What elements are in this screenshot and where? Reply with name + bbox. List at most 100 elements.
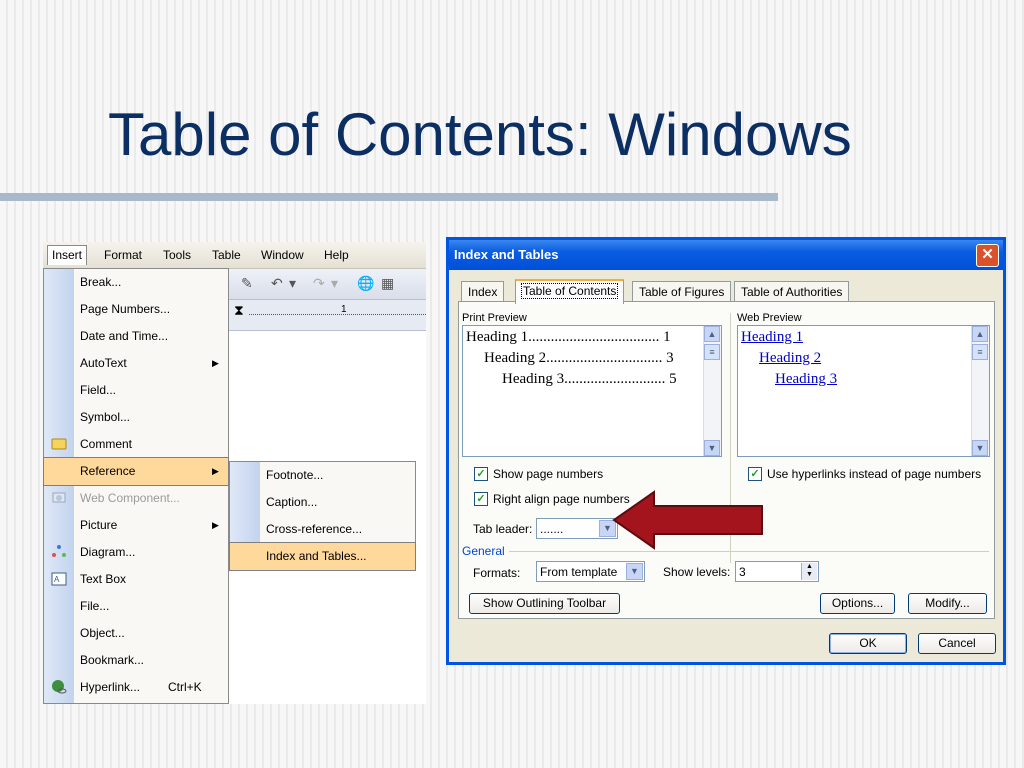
indent-marker-icon[interactable]: ⧗ [234, 302, 244, 319]
menu-item-label: File... [80, 599, 110, 613]
menu-table[interactable]: Table [212, 248, 241, 262]
use-hyperlinks-checkbox[interactable]: ✓ Use hyperlinks instead of page numbers [748, 467, 981, 481]
web-preview-scrollbar[interactable]: ▲ ≡ ▼ [971, 326, 989, 456]
tab-table-of-contents[interactable]: Table of Contents [515, 279, 625, 304]
formats-select[interactable]: From template ▼ [536, 561, 645, 582]
svg-text:A: A [54, 575, 60, 584]
tab-table-of-figures[interactable]: Table of Figures [632, 281, 732, 302]
print-preview-line-3: Heading 3........................... 5 [502, 371, 677, 388]
dialog-title: Index and Tables [454, 247, 559, 262]
scroll-thumb[interactable]: ≡ [704, 344, 720, 360]
submenu-arrow-icon: ▶ [212, 466, 219, 476]
formats-value: From template [540, 565, 618, 579]
checkbox-label: Right align page numbers [493, 492, 630, 506]
menu-item-label: Reference [80, 464, 136, 478]
menu-item-symbol[interactable]: Symbol... [44, 404, 228, 431]
menu-insert[interactable]: Insert [47, 245, 88, 265]
print-preview-scrollbar[interactable]: ▲ ≡ ▼ [703, 326, 721, 456]
tab-leader-select[interactable]: ....... ▼ [536, 518, 618, 539]
close-button[interactable]: ✕ [976, 244, 999, 267]
undo-dropdown-icon[interactable]: ▾ [289, 275, 296, 292]
scroll-down-icon[interactable]: ▼ [704, 440, 720, 456]
show-page-numbers-checkbox[interactable]: ✓ Show page numbers [474, 467, 603, 481]
checkbox-label: Use hyperlinks instead of page numbers [767, 467, 982, 481]
menu-tools[interactable]: Tools [163, 248, 191, 262]
menu-item-label: Hyperlink... [80, 680, 141, 694]
tab-leader-value: ....... [540, 522, 564, 536]
menu-bar: Insert Format Tools Table Window Help [43, 242, 426, 269]
menu-help[interactable]: Help [324, 248, 349, 262]
preview-leader-dots: ............................... [546, 350, 663, 366]
preview-page-number: 3 [666, 350, 674, 366]
ok-button[interactable]: OK [829, 633, 907, 654]
spinner-arrows-icon[interactable]: ▲ ▼ [801, 563, 817, 580]
menu-item-picture[interactable]: Picture ▶ [44, 512, 228, 539]
print-preview-line-1: Heading 1...............................… [466, 329, 671, 346]
insert-hyperlink-icon[interactable]: 🌐 [357, 275, 374, 292]
menu-item-break[interactable]: Break... [44, 269, 228, 296]
submenu-item-cross-reference[interactable]: Cross-reference... [230, 516, 415, 543]
menu-item-comment[interactable]: Comment [44, 431, 228, 458]
tables-borders-icon[interactable]: ▦ [381, 275, 394, 292]
scroll-up-icon[interactable]: ▲ [972, 326, 988, 342]
web-preview-link-1[interactable]: Heading 1 [741, 329, 803, 346]
menu-item-file[interactable]: File... [44, 593, 228, 620]
web-preview-box: Heading 1 Heading 2 Heading 3 ▲ ≡ ▼ [737, 325, 990, 457]
submenu-item-label: Cross-reference... [266, 522, 363, 536]
submenu-arrow-icon: ▶ [212, 358, 219, 368]
preview-page-number: 1 [663, 329, 671, 345]
submenu-item-label: Caption... [266, 495, 318, 509]
undo-icon[interactable]: ↶ [271, 275, 283, 292]
print-preview-line-2: Heading 2...............................… [484, 350, 674, 367]
menu-item-field[interactable]: Field... [44, 377, 228, 404]
red-arrow-annotation [612, 490, 763, 550]
format-painter-icon[interactable]: ✎ [241, 275, 253, 292]
preview-heading-text: Heading 3 [502, 371, 565, 387]
menu-item-bookmark[interactable]: Bookmark... [44, 647, 228, 674]
redo-dropdown-icon[interactable]: ▾ [331, 275, 338, 292]
submenu-item-index-and-tables[interactable]: Index and Tables... [229, 542, 416, 571]
web-preview-label: Web Preview [737, 312, 802, 324]
preview-leader-dots: ................................... [528, 329, 660, 345]
scroll-down-icon[interactable]: ▼ [972, 440, 988, 456]
menu-window[interactable]: Window [261, 248, 304, 262]
hyperlink-icon [52, 680, 67, 694]
menu-format[interactable]: Format [104, 248, 142, 262]
checkmark-icon: ✓ [474, 467, 488, 481]
formats-label: Formats: [473, 566, 521, 580]
scroll-thumb[interactable]: ≡ [972, 344, 988, 360]
show-outlining-toolbar-button[interactable]: Show Outlining Toolbar [469, 593, 620, 614]
scroll-up-icon[interactable]: ▲ [704, 326, 720, 342]
menu-item-autotext[interactable]: AutoText ▶ [44, 350, 228, 377]
show-levels-spinner[interactable]: 3 ▲ ▼ [735, 561, 819, 582]
chevron-down-icon[interactable]: ▼ [626, 563, 643, 580]
menu-item-web-component[interactable]: Web Component... [44, 485, 228, 512]
menu-item-text-box[interactable]: A Text Box [44, 566, 228, 593]
submenu-item-footnote[interactable]: Footnote... [230, 462, 415, 489]
menu-item-diagram[interactable]: Diagram... [44, 539, 228, 566]
preview-heading-text: Heading 1 [466, 329, 529, 345]
menu-item-label: AutoText [80, 356, 127, 370]
web-preview-link-2[interactable]: Heading 2 [759, 350, 821, 367]
preview-page-number: 5 [669, 371, 677, 387]
preview-leader-dots: ........................... [564, 371, 666, 387]
ruler: ⧗ 1 [229, 300, 426, 331]
redo-icon[interactable]: ↷ [313, 275, 325, 292]
right-align-checkbox[interactable]: ✓ Right align page numbers [474, 492, 630, 506]
menu-item-label: Picture [80, 518, 118, 532]
submenu-item-caption[interactable]: Caption... [230, 489, 415, 516]
menu-item-date-time[interactable]: Date and Time... [44, 323, 228, 350]
cancel-button[interactable]: Cancel [918, 633, 996, 654]
web-preview-link-3[interactable]: Heading 3 [775, 371, 837, 388]
menu-item-object[interactable]: Object... [44, 620, 228, 647]
tab-table-of-authorities[interactable]: Table of Authorities [734, 281, 850, 302]
menu-item-page-numbers[interactable]: Page Numbers... [44, 296, 228, 323]
menu-item-label: Symbol... [80, 410, 131, 424]
menu-item-reference[interactable]: Reference ▶ [43, 457, 229, 486]
tab-index[interactable]: Index [461, 281, 505, 302]
dialog-title-bar[interactable]: Index and Tables ✕ [449, 240, 1003, 270]
options-button[interactable]: Options... [820, 593, 895, 614]
menu-item-hyperlink[interactable]: Hyperlink... Ctrl+K [44, 674, 228, 701]
show-levels-label: Show levels: [663, 565, 731, 579]
modify-button[interactable]: Modify... [908, 593, 987, 614]
